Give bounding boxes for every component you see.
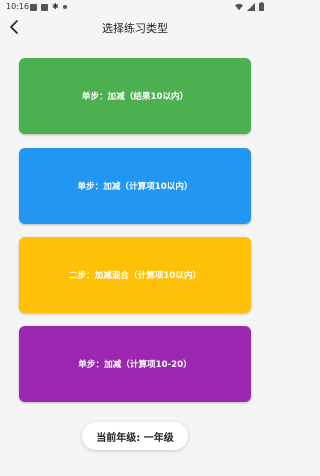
signal-icon — [247, 2, 255, 11]
dot-icon — [62, 5, 67, 9]
current-grade-button[interactable]: 当前年级: 一年级 — [82, 422, 188, 450]
status-right-icons — [235, 2, 264, 11]
current-grade-label: 当前年级: 一年级 — [96, 432, 174, 444]
card-label: 单步：加减（结果10以内） — [81, 92, 189, 102]
practice-card-add-sub-operand-10[interactable]: 单步：加减（计算项10以内） — [19, 148, 251, 224]
practice-card-add-sub-operand-10-20[interactable]: 单步：加减（计算项10-20） — [19, 326, 251, 402]
app-bar: 选择练习类型 — [0, 14, 270, 40]
status-bar: 10:16 ✱ — [0, 0, 270, 14]
card-label: 二步：加减混合（计算项10以内） — [68, 271, 202, 281]
card-label: 单步：加减（计算项10以内） — [77, 182, 193, 192]
practice-card-add-sub-result-10[interactable]: 单步：加减（结果10以内） — [19, 58, 251, 134]
app-notification-icon — [41, 3, 48, 11]
wifi-icon — [235, 3, 243, 10]
status-time: 10:16 — [6, 2, 30, 11]
battery-icon — [259, 2, 264, 11]
notification-icon — [30, 3, 37, 11]
practice-card-two-step-mixed[interactable]: 二步：加减混合（计算项10以内） — [19, 237, 251, 313]
status-left-icons: ✱ — [30, 3, 67, 11]
page-title: 选择练习类型 — [102, 22, 168, 35]
card-label: 单步：加减（计算项10-20） — [78, 360, 192, 370]
debug-bug-icon: ✱ — [52, 2, 59, 11]
